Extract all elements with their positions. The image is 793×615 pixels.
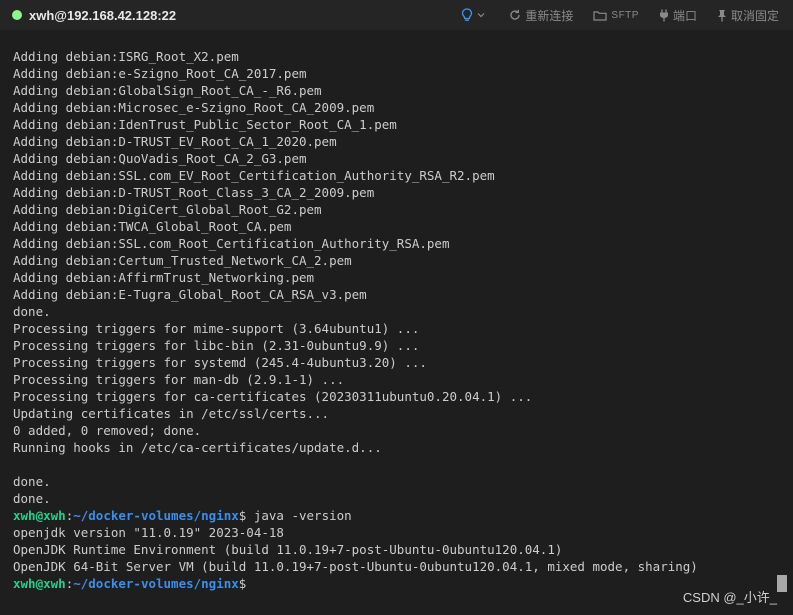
prompt-path: ~/docker-volumes/nginx: [73, 576, 239, 591]
terminal-line: done.: [13, 491, 51, 506]
port-forward-button[interactable]: 端口: [659, 7, 697, 24]
terminal-line: done.: [13, 474, 51, 489]
terminal-line: Processing triggers for ca-certificates …: [13, 389, 533, 404]
terminal-line: Adding debian:Microsec_e-Szigno_Root_CA_…: [13, 100, 375, 115]
session-title: xwh@192.168.42.128:22: [29, 7, 177, 23]
prompt-line: xwh@xwh:~/docker-volumes/nginx$ java -ve…: [13, 507, 698, 524]
terminal-line: OpenJDK 64-Bit Server VM (build 11.0.19+…: [13, 559, 698, 574]
sftp-label: SFTP: [611, 9, 639, 21]
watermark: CSDN @_小许_: [682, 590, 777, 605]
terminal-output: Adding debian:ISRG_Root_X2.pem Adding deb…: [13, 48, 698, 592]
terminal-line: Processing triggers for man-db (2.9.1-1)…: [13, 372, 345, 387]
toolbar: 重新连接 SFTP 端口 取消固定: [441, 0, 779, 30]
terminal-area[interactable]: Adding debian:ISRG_Root_X2.pem Adding deb…: [0, 30, 771, 615]
terminal-line: Adding debian:GlobalSign_Root_CA_-_R6.pe…: [13, 83, 322, 98]
terminal-line: Adding debian:Certum_Trusted_Network_CA_…: [13, 253, 352, 268]
terminal-line: 0 added, 0 removed; done.: [13, 423, 202, 438]
terminal-line: Processing triggers for mime-support (3.…: [13, 321, 420, 336]
terminal-line: Adding debian:D-TRUST_Root_Class_3_CA_2_…: [13, 185, 375, 200]
reconnect-button[interactable]: 重新连接: [509, 7, 573, 24]
pin-icon: [717, 9, 726, 21]
prompt-user-host: xwh@xwh: [13, 508, 66, 523]
lightbulb-icon: [462, 8, 473, 21]
terminal-line: Processing triggers for systemd (245.4-4…: [13, 355, 427, 370]
terminal-line: Adding debian:IdenTrust_Public_Sector_Ro…: [13, 117, 397, 132]
terminal-line: Running hooks in /etc/ca-certificates/up…: [13, 440, 382, 455]
terminal-line: Adding debian:SSL.com_EV_Root_Certificat…: [13, 168, 495, 183]
terminal-line: Adding debian:AffirmTrust_Networking.pem: [13, 270, 315, 285]
plug-icon: [659, 9, 668, 21]
terminal-line: Adding debian:D-TRUST_EV_Root_CA_1_2020.…: [13, 134, 337, 149]
terminal-line: Adding debian:TWCA_Global_Root_CA.pem: [13, 219, 292, 234]
chevron-down-icon: [477, 13, 485, 18]
typed-command: java -version: [246, 508, 352, 523]
port-label: 端口: [672, 8, 697, 23]
terminal-line: Adding debian:SSL.com_Root_Certification…: [13, 236, 450, 251]
terminal-line: Adding debian:e-Szigno_Root_CA_2017.pem: [13, 66, 307, 81]
scrollbar-thumb[interactable]: [777, 575, 787, 592]
terminal-line: Adding debian:QuoVadis_Root_CA_2_G3.pem: [13, 151, 307, 166]
prompt-path: ~/docker-volumes/nginx: [73, 508, 239, 523]
reconnect-label: 重新连接: [525, 8, 574, 23]
sftp-button[interactable]: SFTP: [593, 10, 639, 21]
terminal-line: openjdk version "11.0.19" 2023-04-18: [13, 525, 284, 540]
connection-status-dot: [12, 10, 22, 20]
terminal-line: Processing triggers for libc-bin (2.31-0…: [13, 338, 420, 353]
folder-icon: [593, 10, 608, 21]
title-bar: xwh@192.168.42.128:22 重新连接 SFTP 端口 取消固定: [0, 0, 793, 30]
terminal-scrollbar[interactable]: [771, 30, 793, 615]
terminal-line: Adding debian:ISRG_Root_X2.pem: [13, 49, 239, 64]
terminal-line: OpenJDK Runtime Environment (build 11.0.…: [13, 542, 563, 557]
terminal-line: done.: [13, 304, 51, 319]
terminal-line: Updating certificates in /etc/ssl/certs.…: [13, 406, 330, 421]
suggestions-button[interactable]: [461, 8, 489, 22]
terminal-line: Adding debian:DigiCert_Global_Root_G2.pe…: [13, 202, 322, 217]
terminal-line: Adding debian:E-Tugra_Global_Root_CA_RSA…: [13, 287, 367, 302]
terminal-window: xwh@192.168.42.128:22 重新连接 SFTP 端口 取消固定 …: [0, 0, 793, 615]
unpin-label: 取消固定: [730, 8, 779, 23]
prompt-user-host: xwh@xwh: [13, 576, 66, 591]
prompt-line: xwh@xwh:~/docker-volumes/nginx$: [13, 575, 698, 592]
refresh-icon: [510, 9, 521, 20]
prompt-dollar: $: [238, 576, 247, 591]
unpin-button[interactable]: 取消固定: [717, 7, 779, 24]
